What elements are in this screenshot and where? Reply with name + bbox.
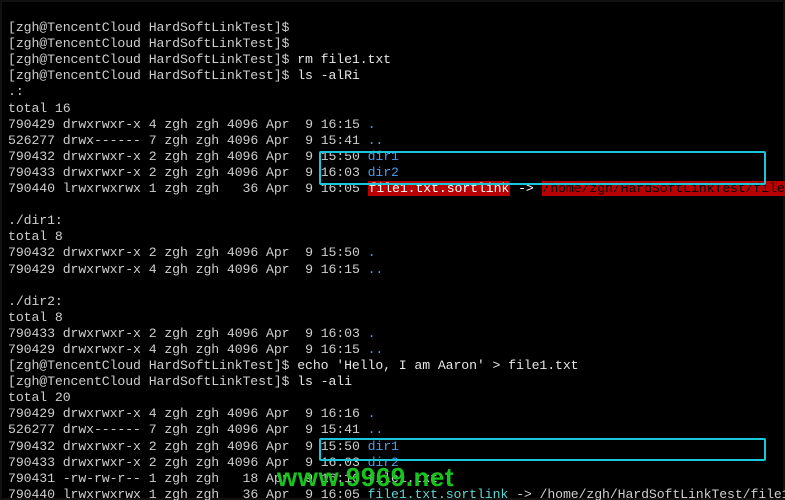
- ls-row: 790432 drwxrwxr-x 2 zgh zgh 4096 Apr 9 1…: [8, 149, 399, 164]
- prompt-line: [zgh@TencentCloud HardSoftLinkTest]$ ech…: [8, 358, 579, 373]
- listing-header: ./dir1:: [8, 213, 63, 228]
- ls-row: 526277 drwx------ 7 zgh zgh 4096 Apr 9 1…: [8, 422, 383, 437]
- listing-header: .:: [8, 84, 24, 99]
- ls-row: 790433 drwxrwxr-x 2 zgh zgh 4096 Apr 9 1…: [8, 326, 375, 341]
- ls-row: 790432 drwxrwxr-x 2 zgh zgh 4096 Apr 9 1…: [8, 439, 399, 454]
- ls-row: 790431 -rw-rw-r-- 1 zgh zgh 18 Apr 9 16:…: [8, 471, 438, 486]
- command-text: ls -alRi: [297, 68, 360, 83]
- listing-total: total 8: [8, 310, 63, 325]
- ls-row: 790429 drwxrwxr-x 4 zgh zgh 4096 Apr 9 1…: [8, 262, 383, 277]
- ls-row: 790429 drwxrwxr-x 4 zgh zgh 4096 Apr 9 1…: [8, 117, 375, 132]
- command-text: ls -ali: [297, 374, 352, 389]
- command-text: rm file1.txt: [297, 52, 391, 67]
- broken-symlink-target: /home/zgh/HardSoftLinkTest/file1.txt: [542, 181, 785, 196]
- prompt-line: [zgh@TencentCloud HardSoftLinkTest]$ ls …: [8, 374, 352, 389]
- ls-row: 790433 drwxrwxr-x 2 zgh zgh 4096 Apr 9 1…: [8, 455, 399, 470]
- symlink-target: /home/zgh/HardSoftLinkTest/file1.txt: [540, 487, 785, 500]
- listing-total: total 8: [8, 229, 63, 244]
- ls-row: 790429 drwxrwxr-x 4 zgh zgh 4096 Apr 9 1…: [8, 342, 383, 357]
- terminal-window[interactable]: [zgh@TencentCloud HardSoftLinkTest]$ [zg…: [2, 2, 783, 498]
- ls-row-broken-link: 790440 lrwxrwxrwx 1 zgh zgh 36 Apr 9 16:…: [8, 181, 785, 196]
- listing-total: total 20: [8, 390, 71, 405]
- symlink-name: file1.txt.sortlink: [368, 487, 509, 500]
- ls-row: 790433 drwxrwxr-x 2 zgh zgh 4096 Apr 9 1…: [8, 165, 399, 180]
- ls-row: 790429 drwxrwxr-x 4 zgh zgh 4096 Apr 9 1…: [8, 406, 375, 421]
- prompt-line: [zgh@TencentCloud HardSoftLinkTest]$: [8, 20, 289, 35]
- broken-symlink-name: file1.txt.sortlink: [368, 181, 511, 196]
- prompt-line: [zgh@TencentCloud HardSoftLinkTest]$ ls …: [8, 68, 360, 83]
- listing-header: ./dir2:: [8, 294, 63, 309]
- ls-row: 526277 drwx------ 7 zgh zgh 4096 Apr 9 1…: [8, 133, 383, 148]
- prompt-line: [zgh@TencentCloud HardSoftLinkTest]$ rm …: [8, 52, 391, 67]
- command-text: echo 'Hello, I am Aaron' > file1.txt: [297, 358, 578, 373]
- ls-row-symlink: 790440 lrwxrwxrwx 1 zgh zgh 36 Apr 9 16:…: [8, 487, 785, 500]
- ls-row: 790432 drwxrwxr-x 2 zgh zgh 4096 Apr 9 1…: [8, 245, 375, 260]
- listing-total: total 16: [8, 101, 71, 116]
- prompt-line: [zgh@TencentCloud HardSoftLinkTest]$: [8, 36, 289, 51]
